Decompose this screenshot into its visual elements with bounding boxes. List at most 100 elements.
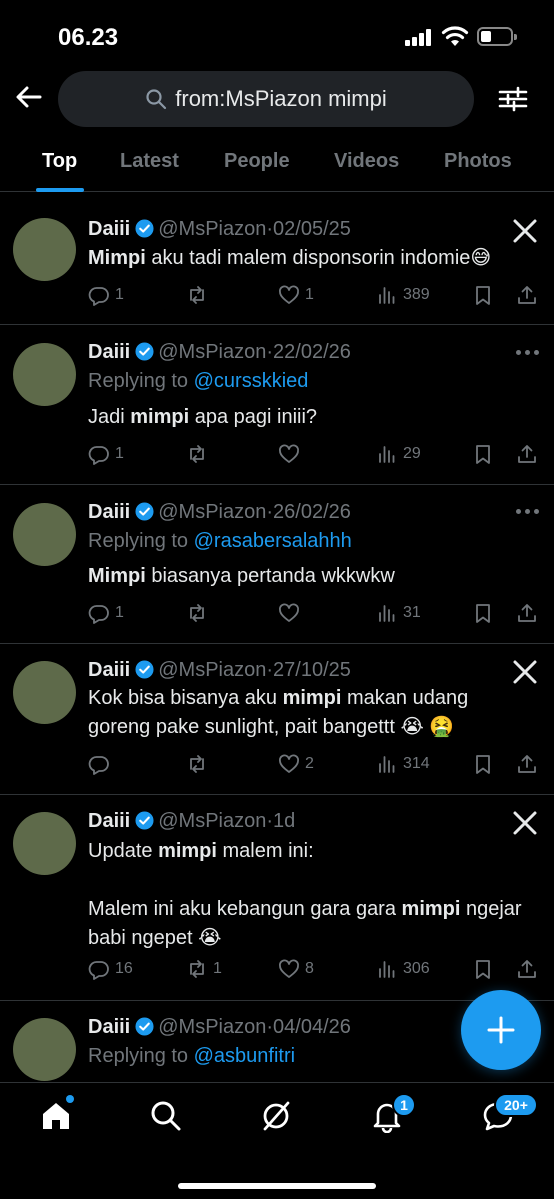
like-button[interactable]: 1 [278, 282, 314, 308]
filter-settings-icon[interactable] [498, 84, 528, 114]
reply-icon [88, 605, 109, 624]
avatar[interactable] [13, 503, 76, 566]
handle[interactable]: @MsPiazon [158, 218, 266, 240]
bottom-nav: 1 20+ [0, 1082, 554, 1199]
retweet-button[interactable] [186, 282, 213, 308]
tweet-date[interactable]: 22/02/26 [273, 341, 351, 363]
retweet-button[interactable]: 1 [186, 956, 222, 982]
tweet-date[interactable]: 26/02/26 [273, 501, 351, 523]
tweet-date[interactable]: 04/04/26 [273, 1016, 351, 1038]
tweet[interactable]: Daiii @MsPiazon·22/02/26 Replying to @cur… [0, 325, 554, 485]
display-name[interactable]: Daiii [88, 810, 130, 832]
avatar[interactable] [13, 218, 76, 281]
tweet-date[interactable]: 1d [273, 810, 295, 832]
tab-top[interactable]: Top [42, 150, 77, 173]
search-icon[interactable] [149, 1099, 183, 1133]
search-keyword: mimpi [130, 406, 190, 428]
share-button[interactable] [516, 441, 538, 467]
tweet-text: Kok bisa bisanya aku mimpi makan udang g… [88, 684, 528, 742]
views-button[interactable]: 389 [376, 282, 430, 308]
reply-target-link[interactable]: @rasabersalahhh [194, 530, 352, 552]
avatar[interactable] [13, 1018, 76, 1081]
reply-button[interactable]: 1 [88, 282, 124, 308]
views-button[interactable]: 314 [376, 751, 430, 777]
reply-button[interactable]: 16 [88, 956, 133, 982]
bookmark-icon [476, 755, 490, 774]
like-button[interactable]: 2 [278, 751, 314, 777]
views-count: 389 [403, 286, 430, 303]
views-button[interactable]: 29 [376, 441, 421, 467]
tweet-date[interactable]: 27/10/25 [273, 659, 351, 681]
handle[interactable]: @MsPiazon [158, 1016, 266, 1038]
like-button[interactable]: 8 [278, 956, 314, 982]
retweets-count: 1 [213, 960, 222, 977]
tweet[interactable]: Daiii @MsPiazon·02/05/25 Mimpi aku tadi m… [0, 200, 554, 325]
display-name[interactable]: Daiii [88, 341, 130, 363]
home-icon[interactable] [39, 1099, 73, 1133]
grok-icon[interactable] [259, 1099, 293, 1133]
reply-button[interactable] [88, 751, 115, 777]
bookmark-button[interactable] [472, 282, 494, 308]
bookmark-icon [476, 445, 490, 464]
status-bar: 06.23 [0, 0, 554, 70]
reply-target-link[interactable]: @asbunfitri [194, 1045, 295, 1067]
search-keyword: mimpi [282, 687, 342, 709]
display-name[interactable]: Daiii [88, 501, 130, 523]
tab-people[interactable]: People [224, 150, 290, 173]
like-button[interactable] [278, 441, 305, 467]
like-icon [279, 603, 299, 622]
bookmark-button[interactable] [472, 441, 494, 467]
back-arrow-icon[interactable] [14, 82, 44, 112]
share-button[interactable] [516, 751, 538, 777]
views-button[interactable]: 31 [376, 600, 421, 626]
like-button[interactable] [278, 600, 305, 626]
retweet-icon [190, 445, 204, 463]
display-name[interactable]: Daiii [88, 1016, 130, 1038]
handle[interactable]: @MsPiazon [158, 659, 266, 681]
tab-videos[interactable]: Videos [334, 150, 399, 173]
share-button[interactable] [516, 282, 538, 308]
share-button[interactable] [516, 600, 538, 626]
views-icon [379, 446, 395, 463]
tweet[interactable]: Daiii @MsPiazon·26/02/26 Replying to @ras… [0, 485, 554, 644]
tweet-actions: 2 314 [88, 751, 540, 777]
share-button[interactable] [516, 956, 538, 982]
handle[interactable]: @MsPiazon [158, 341, 266, 363]
retweet-button[interactable] [186, 751, 213, 777]
search-tabs: Top Latest People Videos Photos [0, 140, 554, 192]
replies-count: 16 [115, 960, 133, 977]
reply-button[interactable]: 1 [88, 441, 124, 467]
retweet-button[interactable] [186, 600, 213, 626]
likes-count: 8 [305, 960, 314, 977]
bookmark-button[interactable] [472, 600, 494, 626]
bookmark-button[interactable] [472, 956, 494, 982]
tweet[interactable]: Daiii @MsPiazon·27/10/25 Kok bisa bisanya… [0, 644, 554, 795]
avatar[interactable] [13, 343, 76, 406]
views-icon [379, 605, 395, 622]
compose-button[interactable] [461, 990, 541, 1070]
tweet-header: Daiii @MsPiazon·27/10/25 [88, 659, 351, 682]
more-options-icon[interactable] [516, 509, 540, 515]
search-keyword: mimpi [401, 898, 461, 920]
more-options-icon[interactable] [516, 350, 540, 356]
handle[interactable]: @MsPiazon [158, 810, 266, 832]
search-input[interactable]: from:MsPiazon mimpi [58, 71, 474, 127]
bookmark-icon [476, 604, 490, 623]
handle[interactable]: @MsPiazon [158, 501, 266, 523]
avatar[interactable] [13, 661, 76, 724]
bookmark-button[interactable] [472, 751, 494, 777]
tweet[interactable]: Daiii @MsPiazon·1d Update mimpi malem ini… [0, 795, 554, 1001]
display-name[interactable]: Daiii [88, 659, 130, 681]
retweet-button[interactable] [186, 441, 213, 467]
display-name[interactable]: Daiii [88, 218, 130, 240]
tweet-text: Mimpi aku tadi malem disponsorin indomie… [88, 244, 528, 273]
avatar[interactable] [13, 812, 76, 875]
like-icon [279, 959, 299, 978]
retweet-icon [190, 755, 204, 773]
reply-button[interactable]: 1 [88, 600, 124, 626]
tab-photos[interactable]: Photos [444, 150, 512, 173]
tab-latest[interactable]: Latest [120, 150, 179, 173]
tweet-date[interactable]: 02/05/25 [273, 218, 351, 240]
views-button[interactable]: 306 [376, 956, 430, 982]
reply-target-link[interactable]: @cursskkied [194, 370, 309, 392]
